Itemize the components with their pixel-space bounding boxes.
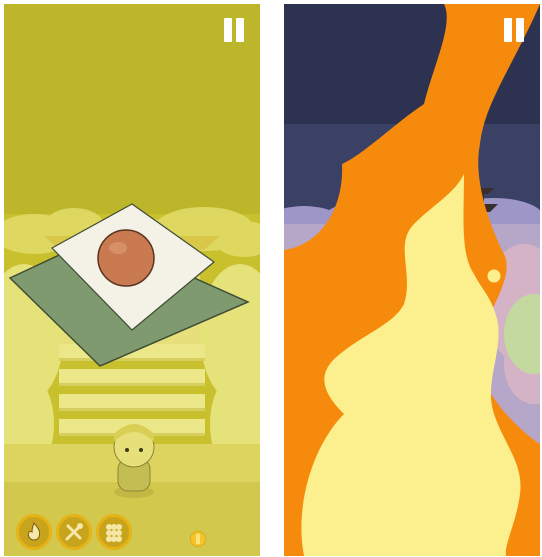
tools-icon: [65, 523, 83, 541]
pause-button[interactable]: [502, 18, 528, 42]
tools-button[interactable]: [56, 514, 92, 550]
pause-button[interactable]: [222, 18, 248, 42]
right-scene: [284, 4, 540, 556]
grid-icon: [106, 524, 122, 542]
coin-icon[interactable]: [190, 531, 206, 547]
right-game-screen: [284, 4, 540, 556]
left-scene: [4, 4, 260, 556]
grid-button[interactable]: [96, 514, 132, 550]
ninja-kid: [113, 424, 155, 498]
pause-icon: [224, 18, 232, 42]
fire-power-button[interactable]: [16, 514, 52, 550]
fire-icon: [27, 521, 41, 541]
pause-icon: [504, 18, 512, 42]
left-game-screen: [4, 4, 260, 556]
